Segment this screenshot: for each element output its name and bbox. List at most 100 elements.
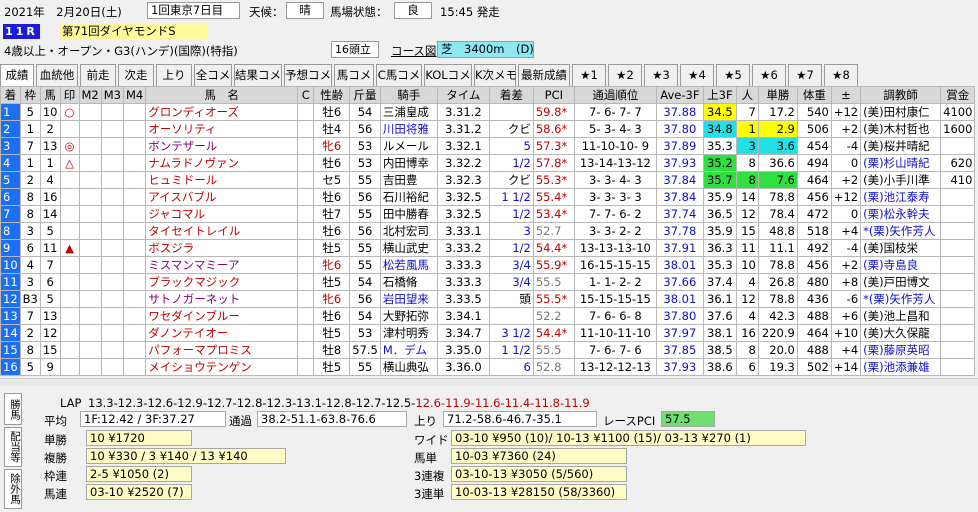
col-header[interactable]: PCI	[532, 86, 575, 104]
col-header[interactable]: 騎手	[379, 86, 438, 104]
col-header[interactable]: Ave-3F	[655, 86, 704, 104]
tab-6[interactable]: 結果コメ	[234, 64, 282, 86]
col-header[interactable]: 馬 名	[145, 86, 299, 104]
table-row[interactable]: 9 6 11 ▲ ボスジラ 牡5 55 横山武史 3.33.2 1/2 54.4* 13-13-13-…	[0, 239, 976, 257]
table-row[interactable]: 16 5 9 メイショウテンゲン 牡5 55 横山典弘 3.36.0 6 52.8 13-12-12…	[0, 358, 976, 376]
table-row[interactable]: 8 3 5 タイセイトレイル 牡6 56 北村宏司 3.33.1 3 52.7 3- 3- 2- 2…	[0, 222, 976, 240]
col-header[interactable]: 斤量	[349, 86, 381, 104]
fukusho-label: 複勝	[44, 451, 67, 465]
cell-prize	[940, 239, 976, 257]
tab-3[interactable]: 次走	[118, 64, 154, 86]
cell-trainer: (栗)池江泰寿	[860, 188, 942, 206]
col-header[interactable]: C	[297, 86, 315, 104]
tab-0[interactable]: 成績	[0, 64, 34, 87]
cell-jockey: 石橋脩	[379, 273, 438, 291]
cell-name: オーソリティ	[145, 120, 299, 138]
tab-7[interactable]: 予想コメ	[284, 64, 332, 86]
cell-blank	[100, 154, 125, 172]
cell-pci: 57.8*	[532, 154, 575, 172]
cell-pop: 7	[735, 103, 759, 121]
col-header[interactable]: 着	[0, 86, 21, 104]
table-row[interactable]: 15 8 15 パフォーマプロミス 牡8 57.5 M．デム 3.35.0 1 1/2 55.5 7…	[0, 341, 976, 359]
col-header[interactable]: 枠	[19, 86, 41, 104]
scratched-tab[interactable]: 除外馬	[4, 469, 22, 509]
col-header[interactable]: 人	[735, 86, 759, 104]
tab-17[interactable]: ★5	[716, 64, 750, 86]
tab-12[interactable]: 最新成績	[518, 64, 570, 86]
col-header[interactable]: タイム	[436, 86, 490, 104]
cell-l3f: 35.9	[702, 222, 737, 240]
col-header[interactable]: M3	[100, 86, 125, 104]
table-row[interactable]: 12 B3 5 サトノガーネット 牝6 56 岩田望来 3.33.5 頭 55.5* 15-15-1…	[0, 290, 976, 308]
col-header[interactable]: 性齢	[313, 86, 351, 104]
table-row[interactable]: 6 8 16 アイスバブル 牡6 56 石川裕紀 3.32.5 1 1/2 55.4* 3- 3- …	[0, 188, 976, 206]
tab-16[interactable]: ★4	[680, 64, 714, 86]
table-row[interactable]: 7 8 14 ジャコマル 牡7 55 田中勝春 3.32.5 1/2 53.4* 7- 7- 6- …	[0, 205, 976, 223]
col-header[interactable]: M2	[78, 86, 102, 104]
tab-4[interactable]: 上り	[156, 64, 192, 86]
horizontal-scrollbar[interactable]	[0, 378, 978, 386]
tab-9[interactable]: C馬コメ	[376, 64, 422, 86]
cell-time: 3.33.1	[436, 222, 490, 240]
winner-tab[interactable]: 勝馬	[4, 393, 22, 425]
tab-19[interactable]: ★7	[788, 64, 822, 86]
cell-ave: 37.66	[655, 273, 704, 291]
tab-8[interactable]: 馬コメ	[334, 64, 374, 86]
col-header[interactable]: 印	[59, 86, 80, 104]
table-row[interactable]: 13 7 13 ワセダインブルー 牡6 54 大野拓弥 3.34.1 52.2 7- 6- 6- …	[0, 307, 976, 325]
cell-blank	[78, 154, 102, 172]
payout-panel: 勝馬 配当等 除外馬 LAP 13.3-12.3-12.6-12.9-12.7-…	[0, 391, 978, 512]
cell-blank	[122, 256, 147, 274]
tab-11[interactable]: K次メモ	[474, 64, 517, 86]
table-row[interactable]: 2 1 2 オーソリティ 牡4 56 川田将雅 3.31.2 クビ 58.6* 5- 3- 4- 3…	[0, 120, 976, 138]
tab-bar: 成績 血統他 前走 次走 上り 全コメ 結果コメ 予想コメ 馬コメ C馬コメ KOLコメ K次メモ 最新…	[0, 64, 978, 87]
table-row[interactable]: 4 1 1 △ ナムラドノヴァン 牡6 53 内田博幸 3.32.2 1/2 57.8* 13-14-…	[0, 154, 976, 172]
tab-5[interactable]: 全コメ	[194, 64, 232, 86]
tab-1[interactable]: 血統他	[36, 64, 78, 86]
table-row[interactable]: 3 7 13 ◎ ボンテザール 牝6 53 ルメール 3.32.1 5 57.3* 11-10-10-…	[0, 137, 976, 155]
tab-20[interactable]: ★8	[824, 64, 858, 86]
table-row[interactable]: 10 4 7 ミスマンマミーア 牝6 55 松若風馬 3.33.3 3/4 55.9* 16-15-…	[0, 256, 976, 274]
table-row[interactable]: 5 2 4 ヒュミドール セ5 55 吉田豊 3.32.3 クビ 55.3* 3- 3- 4- 33…	[0, 171, 976, 189]
col-header[interactable]: 単勝	[757, 86, 798, 104]
cell-ave: 37.93	[655, 154, 704, 172]
table-row[interactable]: 1 5 10 ○ グロンディオーズ 牡6 54 三浦皇成 3.31.2 59.8* 7- 6- 7-…	[0, 103, 976, 121]
col-header[interactable]: 馬	[39, 86, 61, 104]
cell-trainer: *(栗)矢作芳人	[860, 222, 942, 240]
race-header: 2021年 2月20日(土) 1回東京7日目 天候： 晴 馬場状態： 良 15:…	[0, 0, 978, 64]
cell-num: 13	[39, 307, 61, 325]
tab-13[interactable]: ★1	[572, 64, 606, 86]
cell-trainer: (栗)藤原英昭	[860, 341, 942, 359]
lap-times-early: 13.3-12.3-12.6-12.9-12.7-12.8-12.3-13.1-…	[88, 396, 416, 410]
tab-14[interactable]: ★2	[608, 64, 642, 86]
course-map-link[interactable]: コース図	[391, 43, 436, 59]
col-header[interactable]: 通過順位	[573, 86, 657, 104]
table-row[interactable]: 14 2 12 ダノンテイオー 牡5 53 津村明秀 3.34.7 3 1/2 54.4* 11-1…	[0, 324, 976, 342]
cell-waku: 4	[19, 256, 41, 274]
cell-blank	[297, 171, 315, 189]
cell-pos: 13	[0, 307, 21, 325]
tab-2[interactable]: 前走	[80, 64, 116, 86]
table-row[interactable]: 11 3 6 ブラックマジック 牡5 54 石橋脩 3.33.3 3/4 55.5 1- 1- 2-…	[0, 273, 976, 291]
cell-ave: 37.85	[655, 341, 704, 359]
col-header[interactable]: 賞金	[940, 86, 976, 104]
tab-15[interactable]: ★3	[644, 64, 678, 86]
tab-10[interactable]: KOLコメ	[424, 64, 472, 86]
cell-pass: 3- 3- 2- 2	[573, 222, 657, 240]
cell-pci: 52.2	[532, 307, 575, 325]
lap-label: LAP	[60, 396, 82, 410]
cell-num: 16	[39, 188, 61, 206]
col-header[interactable]: M4	[122, 86, 147, 104]
col-header[interactable]: 調教師	[860, 86, 942, 104]
col-header[interactable]: 体重	[796, 86, 832, 104]
payout-tab[interactable]: 配当等	[4, 427, 22, 467]
col-header[interactable]: 着差	[488, 86, 534, 104]
col-header[interactable]: ±	[830, 86, 862, 104]
tab-18[interactable]: ★6	[752, 64, 786, 86]
cell-wt: 54	[349, 307, 381, 325]
cell-blank	[297, 205, 315, 223]
course-field: 芝 3400m (D)	[437, 41, 534, 58]
cell-blank	[78, 205, 102, 223]
cell-waku: 7	[19, 137, 41, 155]
col-header[interactable]: 上3F	[702, 86, 737, 104]
